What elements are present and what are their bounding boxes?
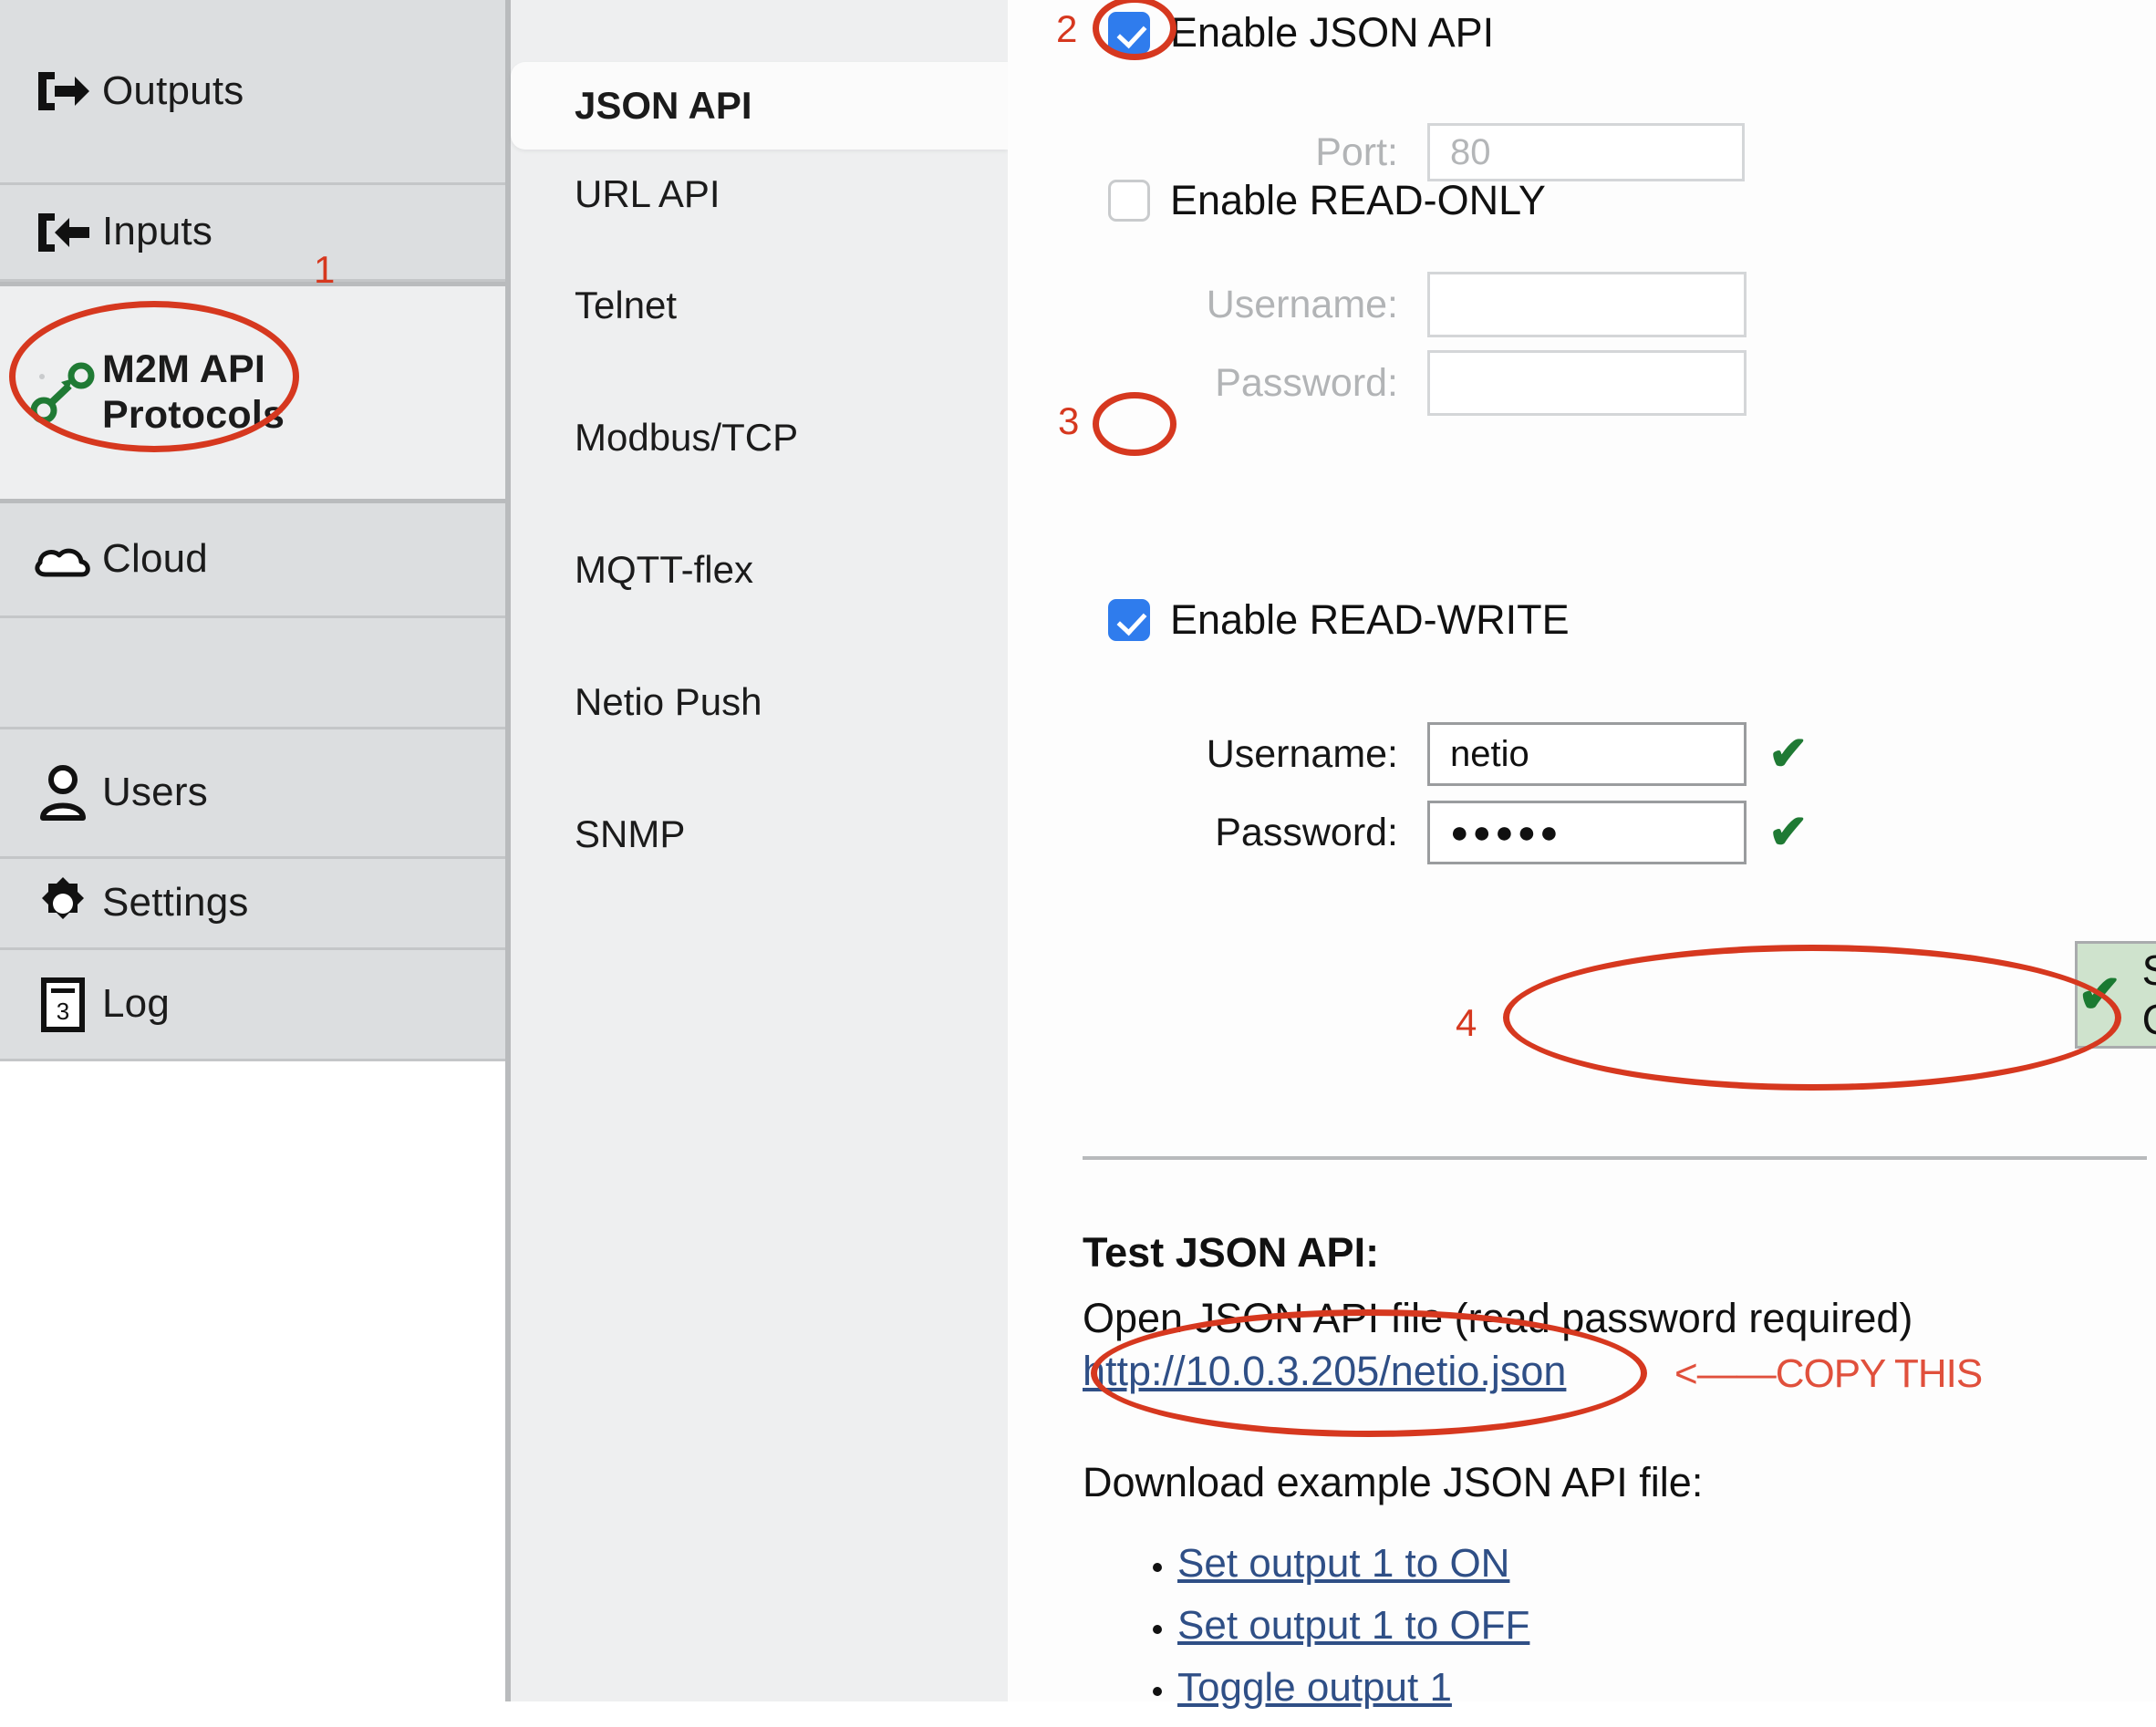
list-item[interactable]: Set output 1 to ON: [1177, 1541, 1529, 1587]
enable-read-write-checkbox[interactable]: [1108, 599, 1150, 641]
save-changes-label: Save Changes: [2141, 946, 2156, 1043]
sidebar-item-label: Inputs: [102, 209, 213, 254]
output-arrow-icon: [24, 68, 102, 114]
json-api-settings-pane: Enable JSON API Port: 80 Enable READ-ONL…: [1008, 0, 2156, 1710]
download-link-set-output-1-off[interactable]: Set output 1 to OFF: [1177, 1603, 1529, 1648]
list-item[interactable]: Toggle output 1: [1177, 1665, 1529, 1711]
gear-icon: [24, 875, 102, 932]
enable-read-only-checkbox[interactable]: [1108, 180, 1150, 222]
read-write-password-row: Password: ●●●●● ✔: [1062, 801, 1809, 864]
download-link-toggle-output-1[interactable]: Toggle output 1: [1177, 1665, 1452, 1710]
password-valid-icon: ✔: [1768, 806, 1809, 859]
protocol-item-json-api[interactable]: JSON API: [511, 62, 1008, 150]
read-only-username-input[interactable]: [1427, 272, 1747, 337]
open-json-api-file-text: Open JSON API file (read password requir…: [1083, 1295, 1913, 1341]
sidebar-empty-area: [0, 1061, 505, 1701]
enable-json-api-checkbox[interactable]: [1108, 12, 1150, 54]
sidebar-item-label: Settings: [102, 880, 249, 926]
protocol-list: JSON API URL API Telnet Modbus/TCP MQTT-…: [511, 0, 1008, 1701]
sidebar-item-label: Cloud: [102, 536, 208, 582]
enable-read-only-row[interactable]: Enable READ-ONLY: [1108, 177, 1546, 224]
protocol-item-modbus-tcp[interactable]: Modbus/TCP: [511, 371, 1008, 503]
list-item[interactable]: Set output 1 to OFF: [1177, 1603, 1529, 1649]
protocol-item-label: Telnet: [575, 283, 678, 326]
save-check-icon: ✔: [2078, 965, 2122, 1024]
read-only-password-row: Password:: [1062, 350, 1747, 416]
read-only-password-label: Password:: [1215, 360, 1398, 405]
protocol-item-mqtt-flex[interactable]: MQTT-flex: [511, 503, 1008, 636]
sidebar: Outputs Inputs M2M API Protocols Cloud U…: [0, 0, 511, 1701]
sidebar-item-users[interactable]: Users: [0, 729, 505, 859]
read-write-password-label: Password:: [1215, 810, 1398, 854]
sidebar-item-label: Outputs: [102, 67, 244, 113]
protocol-item-label: JSON API: [575, 84, 752, 127]
protocol-item-url-api[interactable]: URL API: [511, 150, 1008, 239]
read-only-username-label: Username:: [1206, 282, 1398, 326]
protocol-item-label: Netio Push: [575, 679, 762, 723]
protocol-item-label: Modbus/TCP: [575, 415, 799, 459]
download-link-set-output-1-on[interactable]: Set output 1 to ON: [1177, 1541, 1509, 1586]
log-icon: 3: [24, 977, 102, 1033]
read-write-username-input[interactable]: netio: [1427, 722, 1747, 786]
port-input[interactable]: 80: [1427, 123, 1745, 181]
sidebar-item-inputs[interactable]: Inputs: [0, 185, 505, 282]
download-links-list: Set output 1 to ON Set output 1 to OFF T…: [1119, 1541, 1529, 1727]
protocol-item-snmp[interactable]: SNMP: [511, 768, 1008, 900]
read-write-username-label: Username:: [1206, 731, 1398, 776]
read-only-username-row: Username:: [1062, 272, 1747, 337]
protocol-item-netio-push[interactable]: Netio Push: [511, 636, 1008, 768]
sidebar-item-label: Users: [102, 770, 208, 815]
protocol-item-telnet[interactable]: Telnet: [511, 239, 1008, 371]
sidebar-item-outputs[interactable]: Outputs: [0, 0, 505, 185]
enable-json-api-row[interactable]: Enable JSON API: [1108, 9, 1494, 57]
enable-read-write-row[interactable]: Enable READ-WRITE: [1108, 596, 1570, 644]
protocol-item-label: MQTT-flex: [575, 547, 753, 591]
sidebar-item-cloud[interactable]: Cloud: [0, 503, 505, 618]
enable-read-write-label: Enable READ-WRITE: [1170, 596, 1570, 643]
sidebar-item-log[interactable]: 3 Log: [0, 950, 505, 1061]
sidebar-item-settings[interactable]: Settings: [0, 859, 505, 950]
username-valid-icon: ✔: [1768, 728, 1809, 781]
svg-text:3: 3: [57, 998, 69, 1025]
protocol-item-label: SNMP: [575, 812, 686, 855]
user-icon: [24, 764, 102, 822]
enable-json-api-label: Enable JSON API: [1170, 9, 1495, 56]
download-example-heading: Download example JSON API file:: [1083, 1459, 1704, 1505]
protocol-item-label: URL API: [575, 172, 720, 215]
port-label: Port:: [1315, 129, 1398, 174]
input-arrow-icon: [24, 210, 102, 255]
read-write-username-row: Username: netio ✔: [1062, 722, 1809, 786]
json-api-url-link[interactable]: http://10.0.3.205/netio.json: [1083, 1348, 1566, 1395]
sidebar-item-m2m-api-protocols[interactable]: M2M API Protocols: [0, 282, 505, 503]
cloud-icon: [24, 540, 102, 580]
sidebar-item-label: Log: [102, 981, 171, 1027]
port-row: Port: 80: [1062, 123, 1745, 181]
test-json-api-heading: Test JSON API:: [1083, 1229, 1380, 1276]
section-divider: [1083, 1156, 2147, 1160]
sidebar-item-label: M2M API Protocols: [102, 347, 285, 437]
read-only-password-input[interactable]: [1427, 350, 1747, 416]
save-changes-button[interactable]: ✔ Save Changes: [2075, 941, 2156, 1049]
enable-read-only-label: Enable READ-ONLY: [1170, 177, 1546, 223]
m2m-nodes-icon: [24, 358, 102, 428]
read-write-password-input[interactable]: ●●●●●: [1427, 801, 1747, 864]
sidebar-item-blank: [0, 618, 505, 729]
